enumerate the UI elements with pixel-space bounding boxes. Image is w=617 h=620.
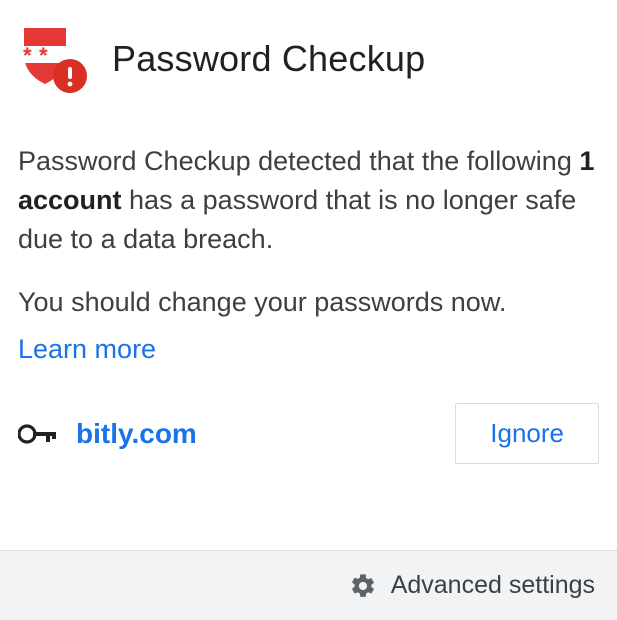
dialog-body: * * Password Checkup Password Checkup de… xyxy=(0,0,617,550)
svg-text:*: * xyxy=(39,43,48,68)
account-info: bitly.com xyxy=(18,418,197,450)
warning-message: Password Checkup detected that the follo… xyxy=(18,142,599,259)
svg-text:*: * xyxy=(23,43,32,68)
dialog-title: Password Checkup xyxy=(112,38,425,80)
gear-icon xyxy=(349,572,377,600)
account-row: bitly.com Ignore xyxy=(18,403,599,464)
advice-text: You should change your passwords now. xyxy=(18,287,599,318)
account-site-link[interactable]: bitly.com xyxy=(76,418,197,450)
learn-more-link[interactable]: Learn more xyxy=(18,334,599,365)
warning-text-pre: Password Checkup detected that the follo… xyxy=(18,146,579,176)
password-shield-alert-icon: * * xyxy=(18,24,88,94)
header: * * Password Checkup xyxy=(18,24,599,94)
key-icon xyxy=(18,421,56,447)
ignore-button[interactable]: Ignore xyxy=(455,403,599,464)
advanced-settings-link[interactable]: Advanced settings xyxy=(391,571,595,600)
footer: Advanced settings xyxy=(0,550,617,620)
